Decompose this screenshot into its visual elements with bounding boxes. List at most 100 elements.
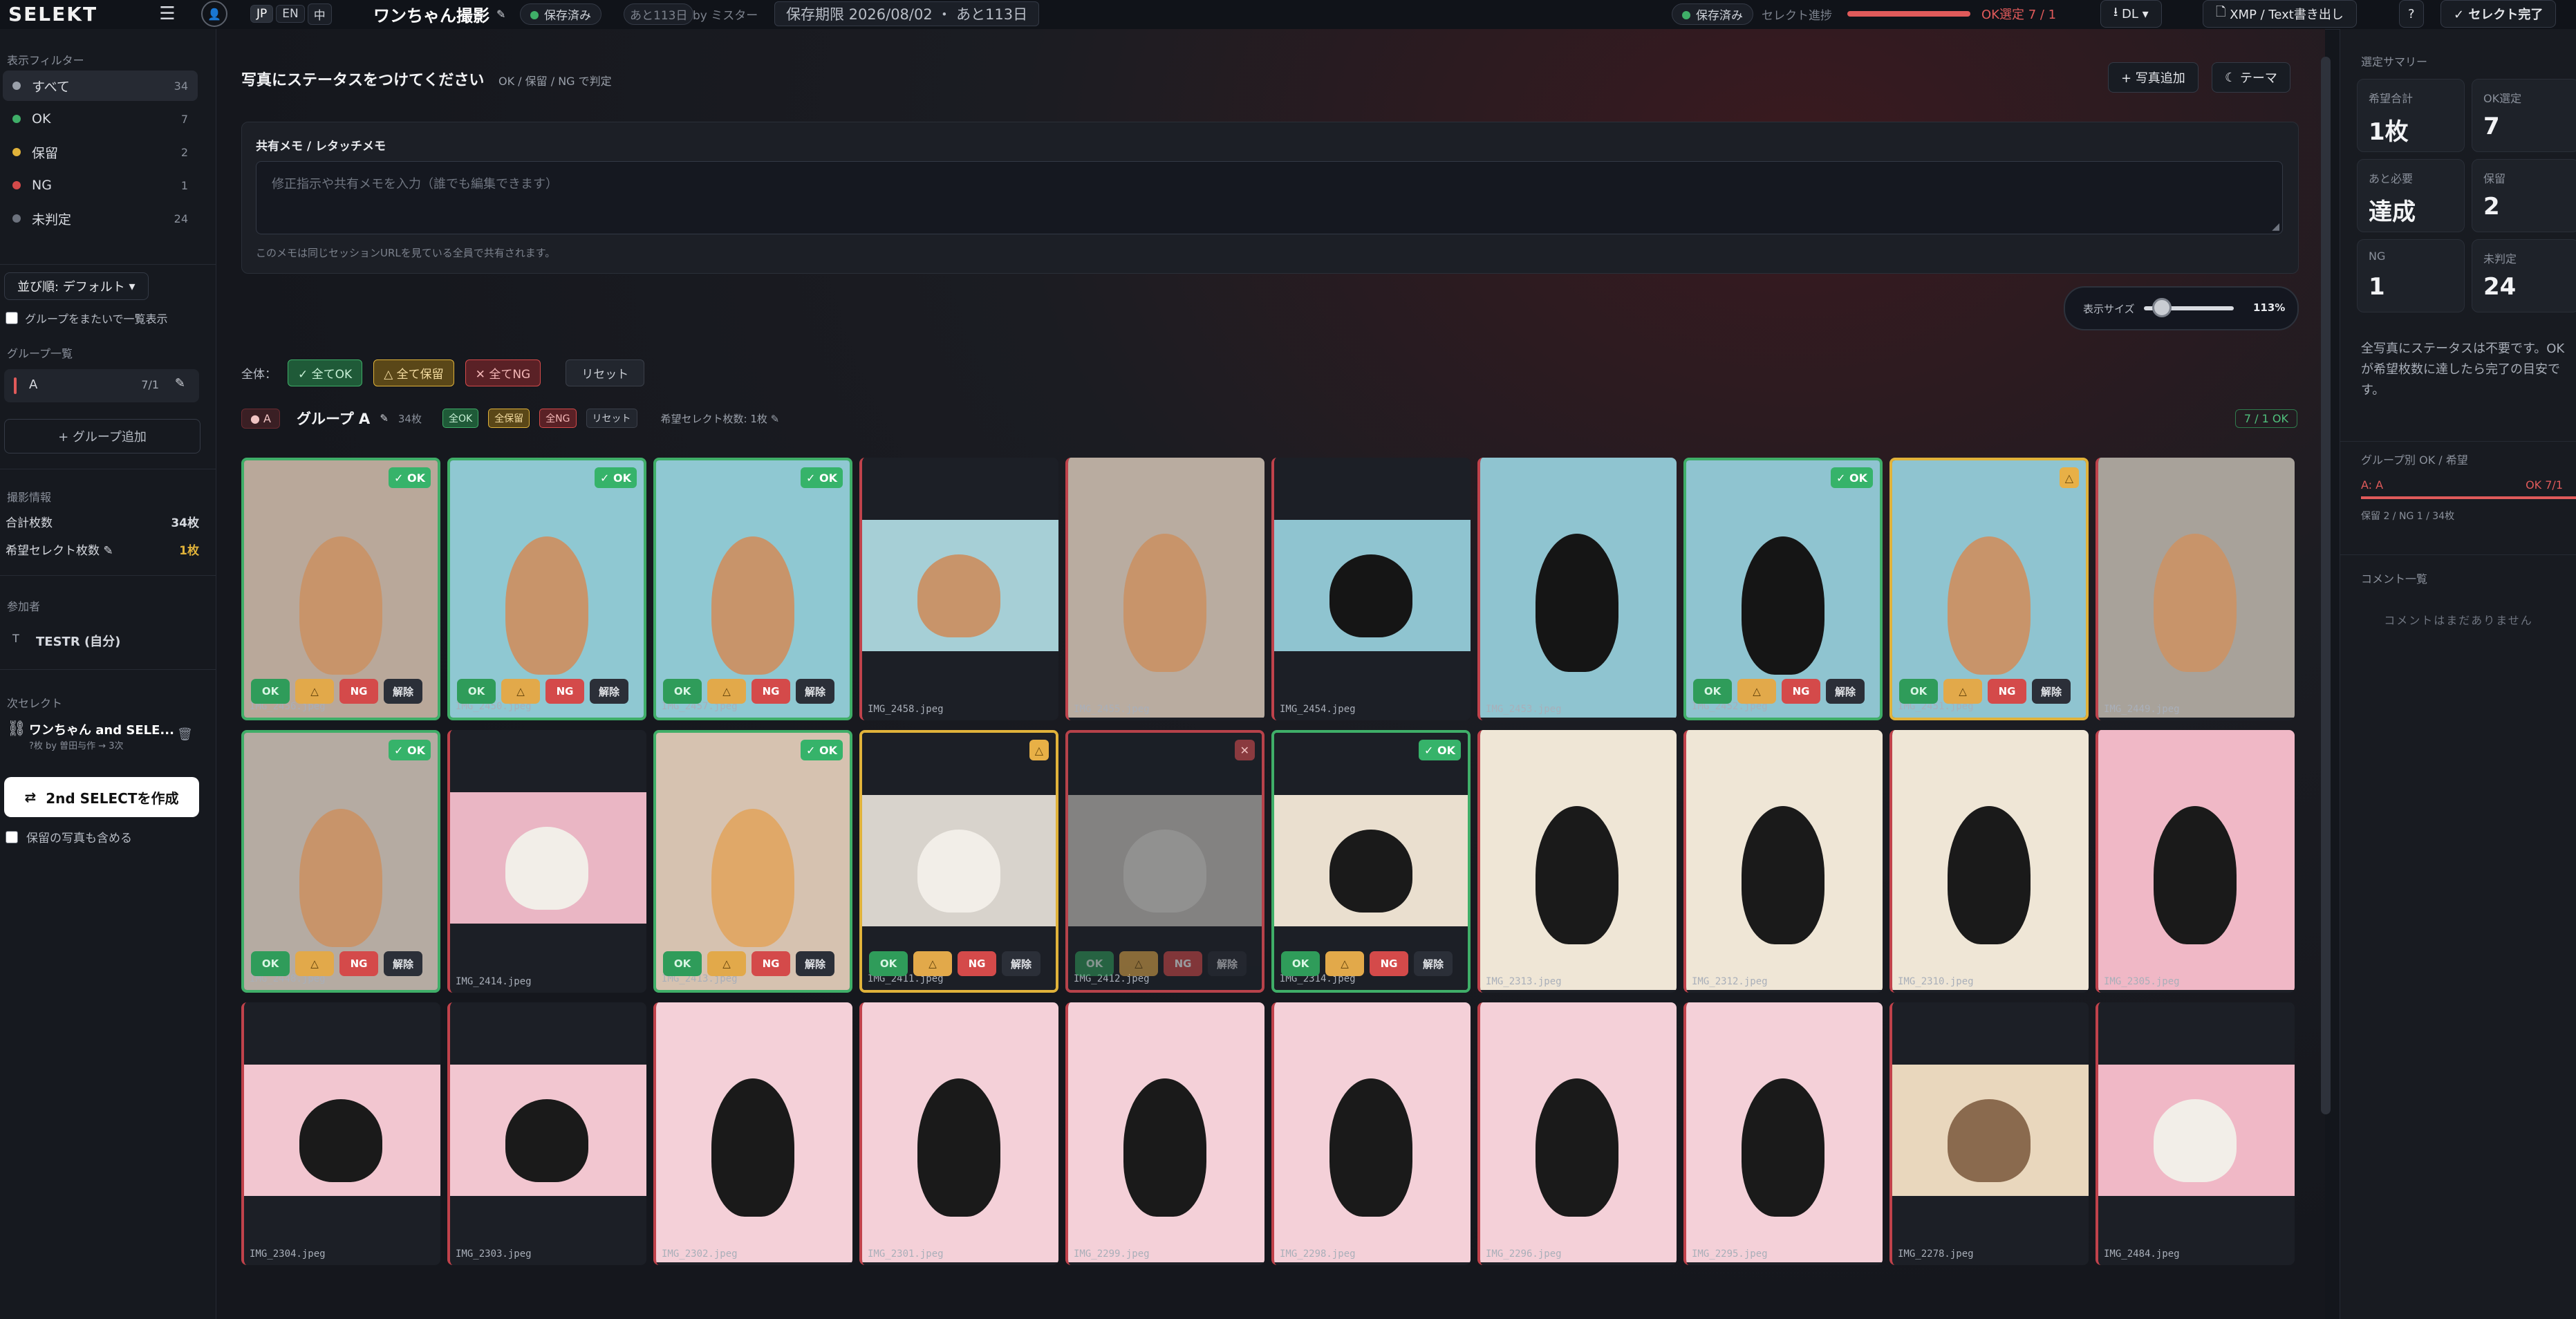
photo-card[interactable]: IMG_2484.jpeg	[2096, 1002, 2295, 1265]
hold-button[interactable]: △	[1325, 951, 1364, 976]
ok-button[interactable]: OK	[1281, 951, 1320, 976]
xmp-export-button[interactable]: 🗋 XMP / Text書き出し	[2203, 0, 2357, 28]
theme-button[interactable]: ☾ テーマ	[2212, 62, 2290, 93]
clear-button[interactable]: 解除	[384, 951, 422, 976]
next-select-title[interactable]: ワンちゃん and SELE...	[29, 720, 174, 738]
photo-card[interactable]: IMG_2414.jpeg	[447, 730, 646, 993]
resize-handle-icon[interactable]: ◢	[2272, 221, 2279, 232]
hold-button[interactable]: △	[913, 951, 952, 976]
edit-group-title-icon[interactable]: ✎	[380, 412, 389, 424]
photo-card[interactable]: IMG_2411.jpeg △ OK △ NG 解除	[859, 730, 1058, 993]
ok-button[interactable]: OK	[869, 951, 908, 976]
clear-button[interactable]: 解除	[590, 679, 628, 704]
group-item-a[interactable]: A 7/1 ✎	[4, 369, 199, 402]
photo-card[interactable]: IMG_2305.jpeg	[2096, 730, 2295, 993]
ok-button[interactable]: OK	[663, 679, 702, 704]
group-all-ng-button[interactable]: 全NG	[539, 409, 577, 428]
photo-card[interactable]: IMG_2304.jpeg	[241, 1002, 440, 1265]
photo-image[interactable]	[1686, 1002, 1883, 1262]
photo-card[interactable]: IMG_2456.jpeg ✓ OK OK △ NG 解除	[241, 458, 440, 720]
trash-icon[interactable]: 🗑	[177, 727, 193, 742]
photo-card[interactable]: IMG_2303.jpeg	[447, 1002, 646, 1265]
ng-button[interactable]: NG	[1988, 679, 2026, 704]
photo-card[interactable]: IMG_2452.jpeg ✓ OK OK △ NG 解除	[1683, 458, 1883, 720]
ok-button[interactable]: OK	[1075, 951, 1114, 976]
ok-button[interactable]: OK	[251, 679, 290, 704]
photo-card[interactable]: IMG_2451.jpeg △ OK △ NG 解除	[1889, 458, 2089, 720]
photo-card[interactable]: IMG_2449.jpeg	[2096, 458, 2295, 720]
hold-button[interactable]: △	[1119, 951, 1158, 976]
clear-button[interactable]: 解除	[2032, 679, 2071, 704]
hold-button[interactable]: △	[295, 679, 334, 704]
photo-image[interactable]	[1892, 1002, 2089, 1262]
photo-image[interactable]	[1480, 730, 1677, 990]
photo-card[interactable]: IMG_2457.jpeg ✓ OK OK △ NG 解除	[653, 458, 852, 720]
all-hold-button[interactable]: △ 全て保留	[373, 359, 454, 386]
ok-button[interactable]: OK	[1693, 679, 1732, 704]
photo-card[interactable]: IMG_2295.jpeg	[1683, 1002, 1883, 1265]
clear-button[interactable]: 解除	[1414, 951, 1453, 976]
checkbox-icon[interactable]	[6, 312, 18, 324]
ng-button[interactable]: NG	[339, 951, 378, 976]
photo-card[interactable]: IMG_2450.jpeg ✓ OK OK △ NG 解除	[447, 458, 646, 720]
ng-button[interactable]: NG	[1164, 951, 1202, 976]
photo-image[interactable]	[1274, 458, 1471, 718]
all-ok-button[interactable]: ✓ 全てOK	[288, 359, 363, 386]
help-button[interactable]: ?	[2399, 0, 2424, 28]
photo-card[interactable]: IMG_2448.jpeg ✓ OK OK △ NG 解除	[241, 730, 440, 993]
photo-image[interactable]	[862, 1002, 1058, 1262]
ng-button[interactable]: NG	[545, 679, 584, 704]
clear-button[interactable]: 解除	[384, 679, 422, 704]
photo-card[interactable]: IMG_2296.jpeg	[1477, 1002, 1677, 1265]
lang-en[interactable]: EN	[276, 5, 305, 23]
ng-button[interactable]: NG	[752, 951, 790, 976]
ok-button[interactable]: OK	[251, 951, 290, 976]
lang-zh[interactable]: 中	[307, 3, 332, 25]
hold-button[interactable]: △	[707, 951, 746, 976]
photo-image[interactable]	[2098, 730, 2295, 990]
filter-item[interactable]: 未判定 24	[3, 203, 198, 234]
memo-textarea[interactable]: 修正指示や共有メモを入力（誰でも編集できます） ◢	[256, 161, 2283, 234]
hold-button[interactable]: △	[707, 679, 746, 704]
photo-card[interactable]: IMG_2314.jpeg ✓ OK OK △ NG 解除	[1271, 730, 1471, 993]
hamburger-menu-icon[interactable]: ☰	[153, 0, 181, 28]
group-all-hold-button[interactable]: 全保留	[488, 409, 530, 428]
session-title[interactable]: ワンちゃん撮影	[373, 0, 489, 28]
filter-item[interactable]: OK 7	[3, 104, 198, 134]
photo-card[interactable]: IMG_2454.jpeg	[1271, 458, 1471, 720]
all-ng-button[interactable]: ✕ 全てNG	[465, 359, 541, 386]
size-slider[interactable]	[2144, 298, 2234, 317]
edit-group-icon[interactable]: ✎	[175, 376, 185, 391]
ng-button[interactable]: NG	[339, 679, 378, 704]
photo-image[interactable]	[656, 1002, 852, 1262]
edit-title-icon[interactable]: ✎	[496, 0, 505, 28]
ng-button[interactable]: NG	[958, 951, 996, 976]
photo-image[interactable]	[862, 458, 1058, 718]
reset-all-button[interactable]: リセット	[566, 359, 645, 386]
photo-image[interactable]	[450, 730, 646, 990]
photo-image[interactable]	[1480, 1002, 1677, 1262]
add-group-button[interactable]: + グループ追加	[4, 419, 200, 453]
create-second-select-button[interactable]: ⇄ 2nd SELECTを作成	[4, 777, 199, 817]
clear-button[interactable]: 解除	[796, 679, 834, 704]
user-avatar-icon[interactable]: 👤	[200, 0, 228, 28]
photo-card[interactable]: IMG_2413.jpeg ✓ OK OK △ NG 解除	[653, 730, 852, 993]
photo-card[interactable]: IMG_2310.jpeg	[1889, 730, 2089, 993]
download-button[interactable]: ⭳ DL ▾	[2100, 0, 2162, 28]
photo-image[interactable]	[450, 1002, 646, 1262]
ng-button[interactable]: NG	[752, 679, 790, 704]
photo-image[interactable]	[1686, 730, 1883, 990]
group-all-ok-button[interactable]: 全OK	[442, 409, 479, 428]
main-scrollbar[interactable]	[2321, 57, 2331, 1114]
clear-button[interactable]: 解除	[796, 951, 834, 976]
clear-button[interactable]: 解除	[1002, 951, 1040, 976]
photo-image[interactable]	[1068, 1002, 1264, 1262]
slider-knob[interactable]	[2152, 298, 2172, 317]
hold-button[interactable]: △	[1737, 679, 1776, 704]
photo-card[interactable]: IMG_2455.jpeg	[1065, 458, 1264, 720]
photo-card[interactable]: IMG_2412.jpeg ✕ OK △ NG 解除	[1065, 730, 1264, 993]
clear-button[interactable]: 解除	[1208, 951, 1247, 976]
hold-button[interactable]: △	[295, 951, 334, 976]
photo-card[interactable]: IMG_2301.jpeg	[859, 1002, 1058, 1265]
checkbox-icon[interactable]	[6, 830, 18, 843]
